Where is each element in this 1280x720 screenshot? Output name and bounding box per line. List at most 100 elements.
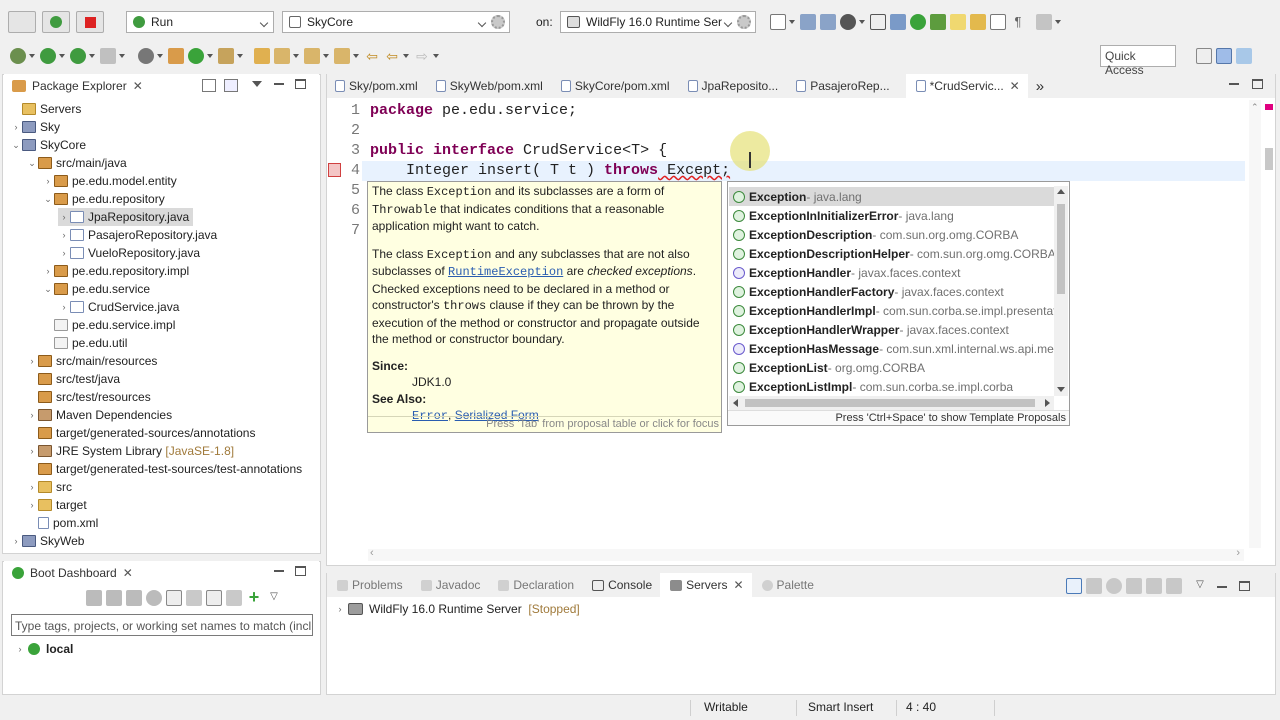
- view-menu-icon[interactable]: [252, 81, 262, 87]
- tree-item-pasajerorepository[interactable]: › PasajeroRepository.java: [58, 226, 218, 244]
- code-line-3[interactable]: public interface CrudService<T> {: [370, 141, 667, 161]
- chevron-right-icon[interactable]: ›: [26, 482, 38, 492]
- scroll-thumb[interactable]: [1057, 204, 1065, 294]
- scroll-left-icon[interactable]: [733, 399, 738, 407]
- launch-mode-select[interactable]: Run: [126, 11, 274, 33]
- proposal-horizontal-scrollbar[interactable]: [729, 396, 1054, 410]
- close-icon[interactable]: ✕: [123, 566, 133, 580]
- maximize-icon[interactable]: [295, 79, 306, 89]
- proposal-item[interactable]: ExceptionHandlerImpl - com.sun.corba.se.…: [729, 301, 1054, 320]
- tree-item-jre-library[interactable]: › JRE System Library [JavaSE-1.8]: [26, 442, 235, 460]
- tab-declaration[interactable]: Declaration: [488, 573, 582, 597]
- scroll-left-icon[interactable]: ‹: [370, 547, 374, 559]
- tree-item-crudservice[interactable]: › CrudService.java: [58, 298, 180, 316]
- scroll-up-icon[interactable]: [1057, 189, 1065, 194]
- annotation-icon[interactable]: [1036, 14, 1052, 30]
- coverage-icon[interactable]: [138, 48, 154, 64]
- debug-icon[interactable]: [106, 590, 122, 606]
- proposal-list[interactable]: Exception - java.lang ExceptionInInitial…: [729, 187, 1054, 397]
- tab-boot-dashboard[interactable]: Boot Dashboard ✕: [4, 561, 141, 585]
- chevron-down-icon[interactable]: ⌄: [42, 194, 54, 205]
- search-icon[interactable]: [274, 48, 290, 64]
- error-overview-marker[interactable]: [1265, 104, 1273, 110]
- editor-horizontal-scrollbar[interactable]: ‹ ›: [368, 547, 1244, 561]
- prev-annotation-icon[interactable]: [334, 48, 350, 64]
- stop-icon[interactable]: [126, 590, 142, 606]
- proposal-item[interactable]: ExceptionDescription - com.sun.org.omg.C…: [729, 225, 1054, 244]
- profile-server-icon[interactable]: [1126, 578, 1142, 594]
- tree-item-pom[interactable]: pom.xml: [26, 514, 98, 532]
- chevron-right-icon[interactable]: ›: [58, 212, 70, 222]
- mark-icon[interactable]: [970, 14, 986, 30]
- scroll-thumb[interactable]: [745, 399, 1035, 407]
- chevron-right-icon[interactable]: ›: [58, 302, 70, 312]
- chevron-down-icon[interactable]: ⌄: [42, 284, 54, 295]
- tree-item-generated-sources[interactable]: target/generated-sources/annotations: [26, 424, 255, 442]
- close-icon[interactable]: ✕: [133, 79, 143, 93]
- back-icon[interactable]: ⇦: [364, 48, 380, 64]
- chevron-right-icon[interactable]: ›: [42, 176, 54, 186]
- scroll-right-icon[interactable]: [1045, 399, 1050, 407]
- tab-package-explorer[interactable]: Package Explorer ✕: [4, 74, 151, 98]
- spring-icon[interactable]: [930, 14, 946, 30]
- tree-item-src-main-resources[interactable]: › src/main/resources: [26, 352, 158, 370]
- chevron-right-icon[interactable]: ›: [14, 644, 26, 654]
- tab-skycore-pom[interactable]: SkyCore/pom.xml: [551, 74, 678, 98]
- status-cursor-position[interactable]: 4 : 40: [906, 700, 936, 714]
- build-hammer-icon[interactable]: [8, 11, 36, 33]
- tree-item-repository[interactable]: ⌄ pe.edu.repository: [42, 190, 165, 208]
- proposal-item[interactable]: ExceptionHandler - javax.faces.context: [729, 263, 1054, 282]
- chevron-right-icon[interactable]: ›: [10, 536, 22, 546]
- tree-item-vuelorepository[interactable]: › VueloRepository.java: [58, 244, 201, 262]
- proposal-item[interactable]: ExceptionHasMessage - com.sun.xml.intern…: [729, 339, 1054, 358]
- console-icon[interactable]: [166, 590, 182, 606]
- maximize-icon[interactable]: [1236, 578, 1252, 594]
- error-marker-icon[interactable]: [328, 163, 341, 177]
- scroll-right-icon[interactable]: ›: [1236, 547, 1240, 559]
- code-line-1[interactable]: package pe.edu.service;: [370, 101, 577, 121]
- open-type-icon[interactable]: [254, 48, 270, 64]
- chevron-down-icon[interactable]: ⌄: [26, 158, 38, 169]
- link-editor-icon[interactable]: [224, 79, 238, 92]
- tree-item-skycore[interactable]: ⌄ SkyCore: [10, 136, 86, 154]
- stop-server-icon[interactable]: [1146, 578, 1162, 594]
- new-class-icon[interactable]: [188, 48, 204, 64]
- editor-vertical-scrollbar[interactable]: ⌃: [1249, 100, 1261, 548]
- tree-item-repository-impl[interactable]: › pe.edu.repository.impl: [42, 262, 190, 280]
- tab-problems[interactable]: Problems: [327, 573, 411, 597]
- add-icon[interactable]: +: [246, 588, 262, 606]
- debug-icon[interactable]: [10, 48, 26, 64]
- gear-icon[interactable]: [737, 15, 751, 29]
- open-browser-icon[interactable]: [146, 590, 162, 606]
- proposal-popup[interactable]: Exception - java.lang ExceptionInInitial…: [727, 181, 1070, 426]
- tree-item-servers[interactable]: Servers: [10, 100, 81, 118]
- debug-perspective-icon[interactable]: [1236, 48, 1252, 64]
- target-icon[interactable]: [840, 14, 856, 30]
- close-icon[interactable]: ✕: [733, 578, 743, 592]
- tree-item-src-test-java[interactable]: src/test/java: [26, 370, 120, 388]
- run-server-icon[interactable]: [70, 48, 86, 64]
- tree-item-src-main-java[interactable]: ⌄ src/main/java: [26, 154, 126, 172]
- tree-item-sky[interactable]: › Sky: [10, 118, 61, 136]
- tree-item-target[interactable]: › target: [26, 496, 87, 514]
- view-menu-icon[interactable]: ▽: [266, 590, 282, 606]
- maximize-icon[interactable]: [295, 566, 306, 576]
- code-line-4[interactable]: Integer insert( T t ) throws Except;: [370, 161, 730, 181]
- tree-item-maven-dependencies[interactable]: › Maven Dependencies: [26, 406, 173, 424]
- tree-item-util[interactable]: pe.edu.util: [42, 334, 127, 352]
- start-server-icon[interactable]: [1106, 578, 1122, 594]
- scroll-down-icon[interactable]: [1057, 387, 1065, 392]
- edit-icon[interactable]: [186, 590, 202, 606]
- tab-console[interactable]: Console: [582, 573, 660, 597]
- open-perspective-icon[interactable]: [1196, 48, 1212, 64]
- tab-overflow[interactable]: »: [1028, 74, 1052, 98]
- highlight-icon[interactable]: [950, 14, 966, 30]
- tab-jparepository[interactable]: JpaReposito...: [678, 74, 787, 98]
- boot-item-local[interactable]: › local: [14, 640, 74, 658]
- tree-item-generated-test-sources[interactable]: target/generated-test-sources/test-annot…: [26, 460, 302, 478]
- terminal-icon[interactable]: [870, 14, 886, 30]
- new-package-icon[interactable]: [168, 48, 184, 64]
- tree-item-jparepository[interactable]: › JpaRepository.java: [58, 208, 194, 226]
- back-arrow-icon[interactable]: ⇦: [384, 48, 400, 64]
- chevron-right-icon[interactable]: ›: [42, 266, 54, 276]
